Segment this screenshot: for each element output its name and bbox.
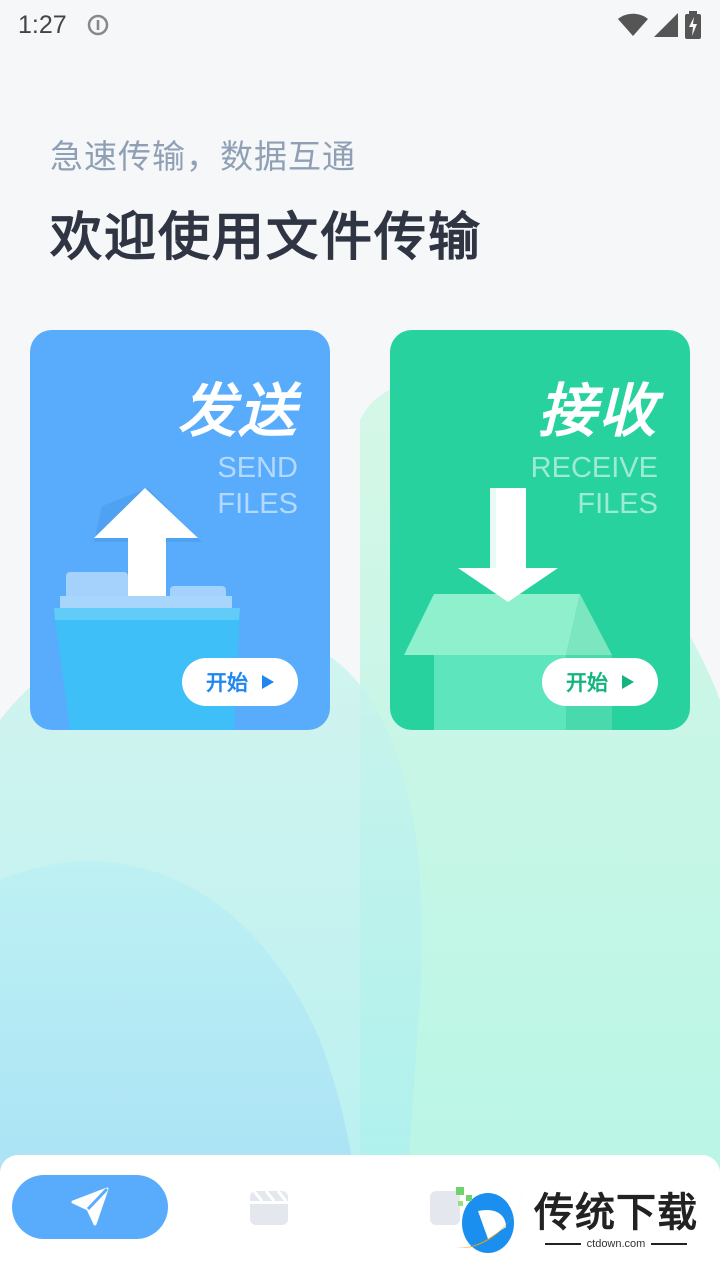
watermark-text: 传统下载 ctdown.com <box>534 1190 698 1250</box>
page-title: 欢迎使用文件传输 <box>50 208 483 268</box>
watermark-url: ctdown.com <box>586 1238 646 1250</box>
page-subtitle: 急速传输，数据互通 <box>50 137 356 176</box>
receive-subtitle-en: RECEIVE FILES <box>531 450 658 522</box>
receive-start-button[interactable]: 开始 <box>542 658 658 706</box>
send-start-label: 开始 <box>206 671 248 695</box>
watermark-logo: 传统下载 ctdown.com <box>448 1180 708 1260</box>
battery-icon <box>685 11 701 39</box>
send-subtitle-line1: SEND <box>217 452 298 484</box>
send-start-button[interactable]: 开始 <box>182 658 298 706</box>
info-icon <box>87 14 108 36</box>
send-title: 发送 <box>177 377 298 445</box>
send-subtitle-en: SEND FILES <box>217 450 298 522</box>
ctdown-logo-icon <box>454 1187 522 1253</box>
status-time: 1:27 <box>18 10 67 39</box>
divider <box>651 1243 688 1245</box>
status-bar: 1:27 <box>0 0 720 50</box>
cell-signal-icon <box>654 13 678 37</box>
receive-title: 接收 <box>537 377 658 445</box>
receive-card[interactable]: 接收 RECEIVE FILES 开始 <box>390 330 690 730</box>
watermark-title: 传统下载 <box>534 1190 698 1236</box>
receive-subtitle-line2: FILES <box>577 488 658 520</box>
watermark-url-row: ctdown.com <box>544 1238 688 1250</box>
play-icon <box>622 675 634 689</box>
nav-item-send[interactable] <box>12 1175 168 1239</box>
status-icons <box>618 11 702 39</box>
send-arrow-icon <box>71 1187 109 1226</box>
wifi-icon <box>618 13 648 36</box>
media-icon <box>250 1190 288 1225</box>
send-subtitle-line2: FILES <box>217 488 298 520</box>
receive-start-label: 开始 <box>566 671 608 695</box>
send-card[interactable]: 发送 SEND FILES 开始 <box>30 330 330 730</box>
receive-subtitle-line1: RECEIVE <box>530 452 658 484</box>
play-icon <box>262 675 274 689</box>
divider <box>544 1243 581 1245</box>
nav-item-media[interactable] <box>248 1187 290 1231</box>
